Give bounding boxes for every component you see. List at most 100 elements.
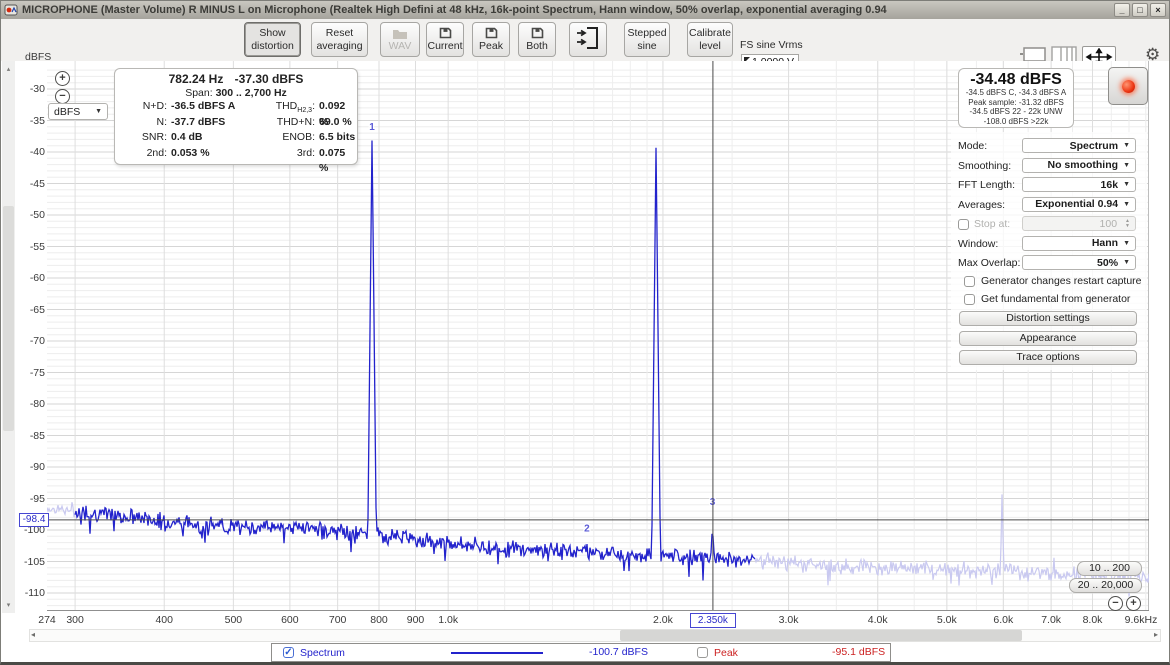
readout-row: SNR: 0.4 dB ENOB: 6.5 bits: [115, 130, 357, 146]
calibrate-level-button[interactable]: Calibrate level: [687, 22, 733, 57]
stepped-sine-button[interactable]: Stepped sine: [624, 22, 670, 57]
show-distortion-button[interactable]: Show distortion: [244, 22, 301, 57]
x-tick-label: 9.6kHz: [1125, 614, 1158, 626]
stop-at-input[interactable]: 100 ▲▼: [1022, 216, 1136, 231]
range-10-200-button[interactable]: 10 .. 200: [1077, 561, 1142, 576]
chevron-down-icon: ▼: [1123, 240, 1130, 247]
chevron-down-icon: ▼: [1123, 201, 1130, 208]
zoom-out-x-button[interactable]: −: [1108, 596, 1123, 611]
spectrum-trace: [75, 141, 755, 581]
fundamental-from-generator-checkbox[interactable]: [964, 294, 975, 305]
scroll-down-icon[interactable]: ▾: [2, 601, 15, 609]
span-readout: Span: 300 .. 2,700 Hz: [115, 87, 357, 99]
save-icon: [439, 26, 452, 40]
save-wav-button[interactable]: WAV: [380, 22, 420, 57]
mode-dropdown[interactable]: Spectrum▼: [1022, 138, 1136, 153]
zoom-in-x-button[interactable]: +: [1126, 596, 1141, 611]
scroll-right-icon[interactable]: ▸: [1154, 630, 1158, 639]
import-arrows-icon: [575, 26, 601, 54]
generator-restart-checkbox[interactable]: [964, 276, 975, 287]
readout-row: N+D: -36.5 dBFS A THDH2,3: 0.092 %: [115, 99, 357, 115]
save-peak-button[interactable]: Peak: [472, 22, 510, 57]
x-tick-label: 6.0k: [993, 614, 1013, 626]
peak-legend-item: Peak: [697, 644, 738, 661]
save-icon: [531, 26, 544, 40]
window-title: MICROPHONE (Master Volume) R MINUS L on …: [22, 4, 1110, 16]
peak-legend-label: Peak: [714, 647, 738, 659]
fs-sine-label: FS sine Vrms: [740, 39, 803, 51]
harmonic-marker-1: 1: [369, 122, 375, 133]
level-sub-line: Peak sample: -31.32 dBFS: [959, 98, 1073, 108]
spectrum-cursor-value: -100.7 dBFS: [589, 644, 648, 661]
appearance-button[interactable]: Appearance: [959, 331, 1137, 346]
x-tick-label: 5.0k: [937, 614, 957, 626]
spectrum-line-sample: [451, 652, 543, 654]
peak-checkbox[interactable]: [697, 647, 708, 658]
save-current-button[interactable]: Current: [426, 22, 464, 57]
x-tick-label: 800: [370, 614, 388, 626]
y-unit-dropdown[interactable]: dBFS ▼: [48, 103, 108, 120]
import-signal-button[interactable]: [569, 22, 607, 57]
scroll-up-icon[interactable]: ▴: [2, 65, 15, 73]
x-tick-label: 1.0k: [438, 614, 458, 626]
chevron-down-icon: ▼: [1123, 162, 1130, 169]
folder-icon: [392, 26, 408, 40]
level-sub-line: -108.0 dBFS >22k: [959, 117, 1073, 127]
x-tick-label: 8.0k: [1083, 614, 1103, 626]
horizontal-scrollbar-thumb[interactable]: [620, 630, 1022, 641]
record-button[interactable]: [1108, 67, 1148, 105]
reset-averaging-button[interactable]: Reset averaging: [311, 22, 368, 57]
zoom-out-y-button[interactable]: −: [55, 89, 70, 104]
spectrum-checkbox[interactable]: ✓: [283, 647, 294, 658]
x-tick-label: 300: [66, 614, 84, 626]
window-fn-dropdown[interactable]: Hann▼: [1022, 236, 1136, 251]
smoothing-dropdown[interactable]: No smoothing▼: [1022, 158, 1136, 173]
title-bar: MICROPHONE (Master Volume) R MINUS L on …: [1, 1, 1169, 19]
maximize-button[interactable]: □: [1132, 3, 1148, 17]
averages-dropdown[interactable]: Exponential 0.94▼: [1022, 197, 1136, 212]
harmonic-marker-2: 2: [584, 523, 590, 534]
x-tick-label: 700: [329, 614, 347, 626]
x-tick-label: 2.0k: [653, 614, 673, 626]
distortion-readout-box: 782.24 Hz -37.30 dBFS Span: 300 .. 2,700…: [114, 68, 358, 165]
x-tick-label: 3.0k: [779, 614, 799, 626]
app-icon: [4, 3, 18, 17]
level-readout-box: -34.48 dBFS -34.5 dBFS C, -34.3 dBFS A P…: [958, 68, 1074, 128]
readout-row: N: -37.7 dBFS THD+N: 69.0 %: [115, 115, 357, 131]
generator-restart-label: Generator changes restart capture: [981, 275, 1142, 287]
scroll-left-icon[interactable]: ◂: [31, 630, 35, 639]
toolbar: Show distortion Reset averaging WAV Curr…: [1, 19, 1169, 61]
minimize-button[interactable]: _: [1114, 3, 1130, 17]
x-tick-label: 900: [407, 614, 425, 626]
readout-row: 2nd: 0.053 % 3rd: 0.075 %: [115, 146, 357, 162]
vertical-scrollbar-thumb[interactable]: [3, 206, 14, 431]
chevron-down-icon: ▼: [1123, 142, 1130, 149]
zoom-in-y-button[interactable]: +: [55, 71, 70, 86]
y-unit-dropdown-value: dBFS: [54, 106, 80, 118]
level-main-value: -34.48 dBFS: [959, 71, 1073, 88]
cursor-x-value[interactable]: 2.350k: [690, 613, 736, 628]
window-controls: _ □ ×: [1114, 3, 1166, 17]
close-button[interactable]: ×: [1150, 3, 1166, 17]
spinner-icon[interactable]: ▲▼: [1125, 219, 1130, 229]
cursor-y-value[interactable]: -98.4: [19, 513, 49, 527]
range-20-20000-button[interactable]: 20 .. 20,000: [1069, 578, 1142, 593]
distortion-settings-button[interactable]: Distortion settings: [959, 311, 1137, 326]
fundamental-from-generator-label: Get fundamental from generator: [981, 293, 1130, 305]
level-sub-line: -34.5 dBFS C, -34.3 dBFS A: [959, 88, 1073, 98]
horizontal-scrollbar[interactable]: [29, 629, 1161, 642]
x-tick-label: 274: [38, 614, 56, 626]
fundamental-frequency: 782.24 Hz: [169, 72, 224, 86]
vertical-scrollbar[interactable]: ▴ ▾: [2, 61, 15, 613]
chevron-down-icon: ▼: [1123, 181, 1130, 188]
spectrum-legend-item: ✓ Spectrum: [283, 644, 345, 661]
spectrum-legend-label: Spectrum: [300, 647, 345, 659]
trace-options-button[interactable]: Trace options: [959, 350, 1137, 365]
trace-legend: ✓ Spectrum -100.7 dBFS Peak -95.1 dBFS: [271, 643, 891, 662]
max-overlap-dropdown[interactable]: 50%▼: [1022, 255, 1136, 270]
x-tick-label: 400: [155, 614, 173, 626]
save-both-button[interactable]: Both: [518, 22, 556, 57]
stop-at-checkbox[interactable]: [958, 219, 969, 230]
record-icon: [1122, 80, 1135, 93]
fft-length-dropdown[interactable]: 16k▼: [1022, 177, 1136, 192]
